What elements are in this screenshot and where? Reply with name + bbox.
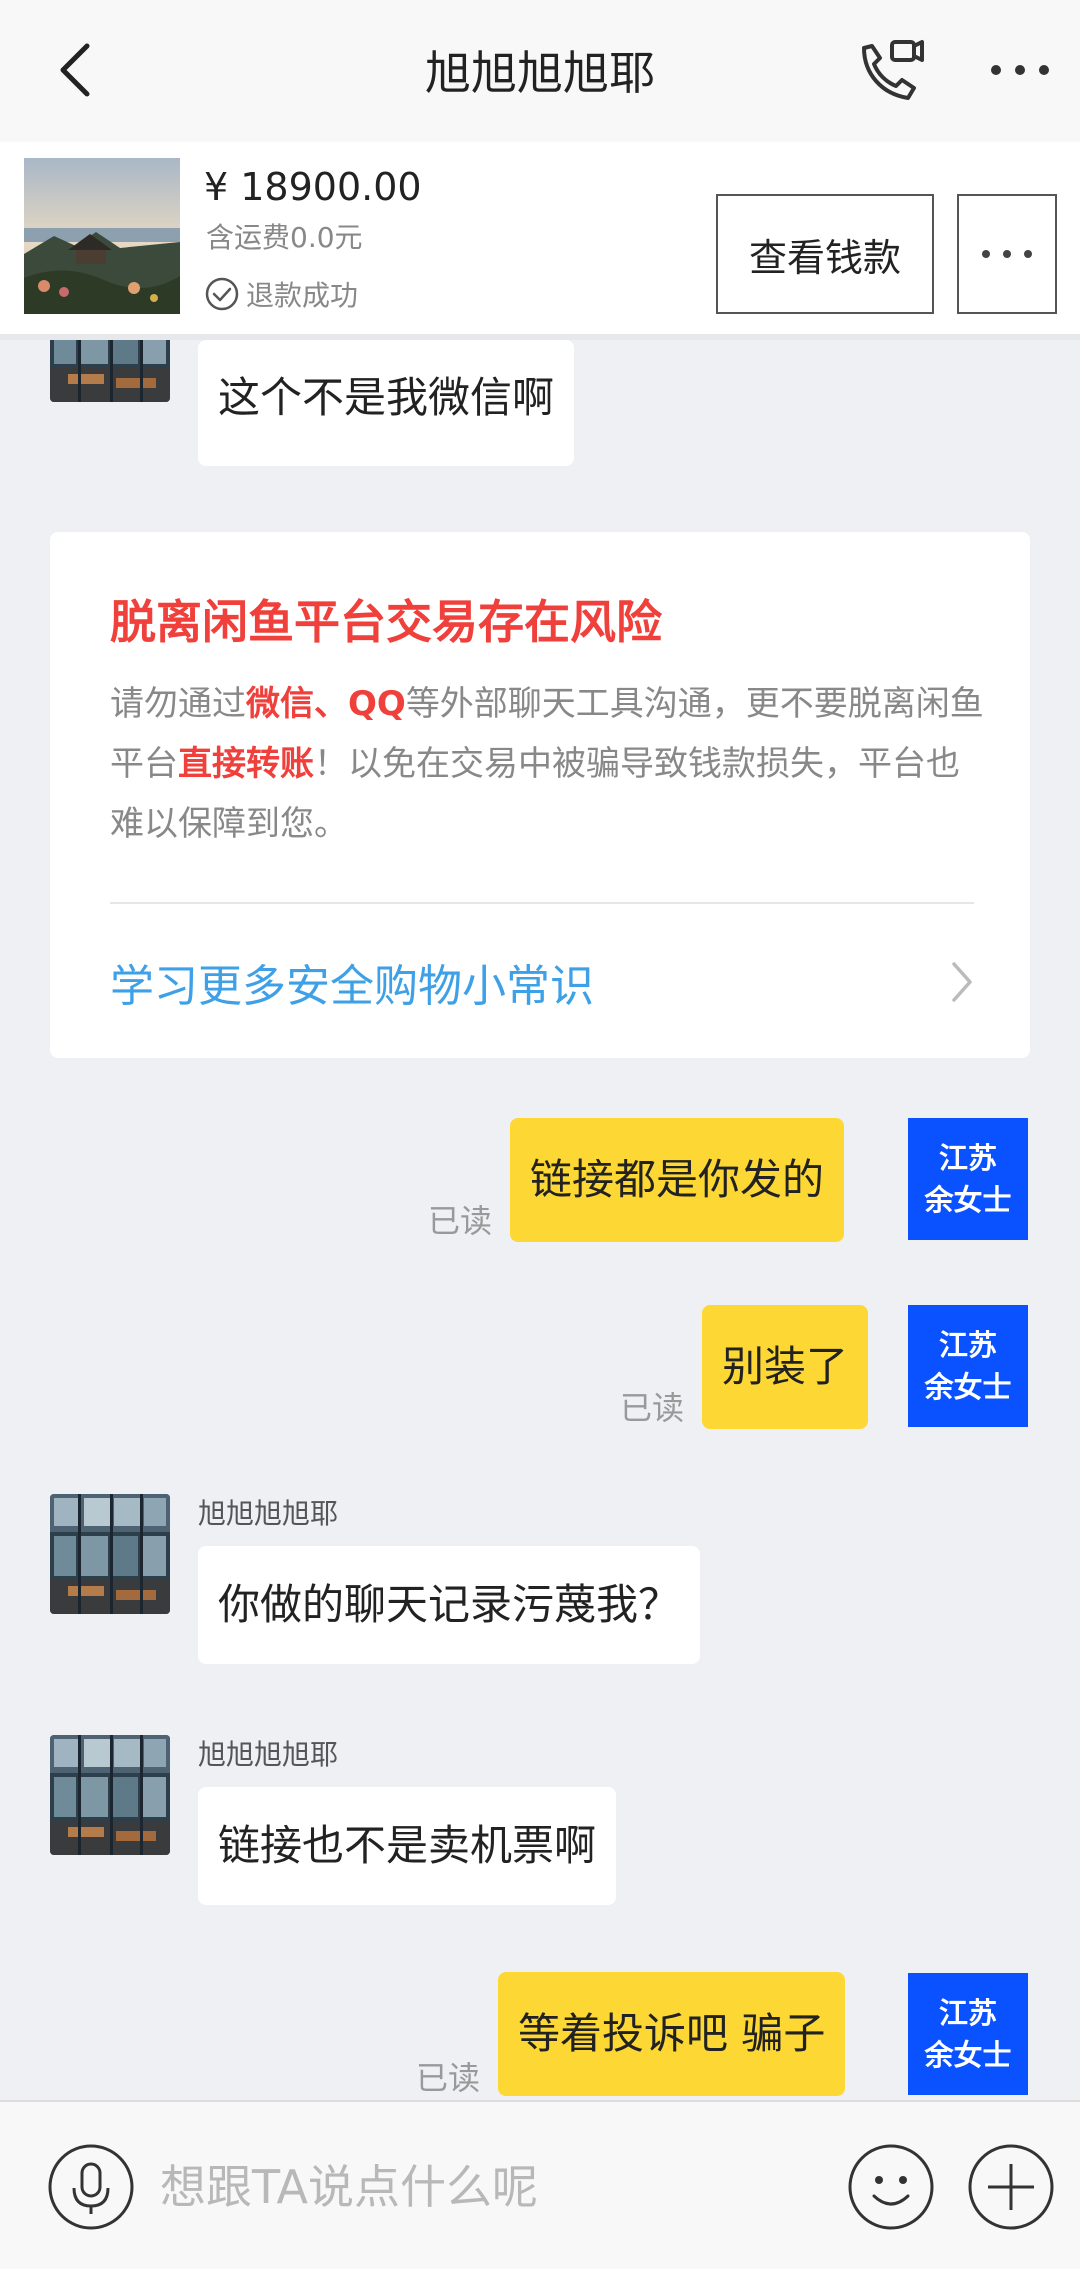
divider bbox=[110, 902, 974, 904]
refund-status: 退款成功 bbox=[204, 274, 358, 314]
read-receipt: 已读 bbox=[428, 1202, 493, 1240]
more-horizontal-icon bbox=[982, 250, 1032, 258]
message-input[interactable] bbox=[160, 2142, 820, 2232]
avatar-label-line: 余女士 bbox=[924, 1183, 1012, 1217]
more-button[interactable] bbox=[980, 30, 1060, 110]
avatar[interactable]: 江苏 余女士 bbox=[908, 1305, 1028, 1427]
avatar-label-line: 余女士 bbox=[924, 1370, 1012, 1404]
chat-message-list[interactable]: 这个不是我微信啊 脱离闲鱼平台交易存在风险 请勿通过微信、QQ等外部聊天工具沟通… bbox=[0, 340, 1080, 2100]
read-receipt: 已读 bbox=[416, 2059, 481, 2097]
microphone-icon bbox=[48, 2144, 134, 2230]
message-bubble[interactable]: 这个不是我微信啊 bbox=[198, 340, 575, 466]
read-receipt: 已读 bbox=[620, 1389, 685, 1427]
safety-tips-link-label: 学习更多安全购物小常识 bbox=[110, 961, 594, 1012]
refund-status-label: 退款成功 bbox=[246, 279, 359, 312]
page-title: 旭旭旭旭耶 bbox=[425, 46, 655, 100]
message-bubble[interactable]: 链接也不是卖机票啊 bbox=[198, 1787, 617, 1905]
shipping-fee: 含运费0.0元 bbox=[206, 221, 363, 254]
safety-notice-body: 请勿通过微信、QQ等外部聊天工具沟通，更不要脱离闲鱼平台直接转账！以免在交易中被… bbox=[110, 674, 990, 854]
avatar-label-line: 江苏 bbox=[938, 1141, 997, 1175]
message-bubble[interactable]: 别装了 bbox=[702, 1305, 869, 1429]
avatar-label-line: 江苏 bbox=[938, 1996, 997, 2030]
product-more-button[interactable] bbox=[957, 194, 1057, 314]
safety-notice-card: 脱离闲鱼平台交易存在风险 请勿通过微信、QQ等外部聊天工具沟通，更不要脱离闲鱼平… bbox=[50, 532, 1030, 1058]
product-price: ¥ 18900.00 bbox=[204, 165, 422, 209]
product-thumbnail[interactable] bbox=[24, 158, 180, 314]
notice-highlight: 微信、QQ bbox=[246, 684, 406, 724]
voice-button[interactable] bbox=[46, 2142, 136, 2232]
notice-highlight: 直接转账 bbox=[178, 744, 314, 784]
notice-text: 请勿通过 bbox=[110, 684, 246, 724]
sender-name: 旭旭旭旭耶 bbox=[198, 1497, 339, 1530]
product-bar: ¥ 18900.00 含运费0.0元 退款成功 查看钱款 bbox=[0, 142, 1080, 340]
avatar[interactable]: 江苏 余女士 bbox=[908, 1118, 1028, 1240]
avatar[interactable] bbox=[50, 1494, 170, 1614]
more-horizontal-icon bbox=[991, 65, 1049, 75]
safety-notice-title: 脱离闲鱼平台交易存在风险 bbox=[110, 595, 662, 649]
message-bubble[interactable]: 你做的聊天记录污蔑我？ bbox=[198, 1546, 701, 1664]
check-circle-icon bbox=[205, 277, 239, 311]
avatar[interactable]: 江苏 余女士 bbox=[908, 1973, 1028, 2095]
avatar-label-line: 余女士 bbox=[924, 2038, 1012, 2072]
emoji-button[interactable] bbox=[846, 2142, 936, 2232]
plus-button[interactable] bbox=[966, 2142, 1056, 2232]
chevron-right-icon bbox=[952, 962, 972, 1002]
back-button[interactable] bbox=[40, 30, 110, 110]
top-nav-bar: 旭旭旭旭耶 bbox=[0, 0, 1080, 142]
view-money-button[interactable]: 查看钱款 bbox=[716, 194, 934, 314]
message-input-bar bbox=[0, 2100, 1080, 2269]
phone-video-icon bbox=[862, 40, 924, 100]
sender-name: 旭旭旭旭耶 bbox=[198, 1738, 339, 1771]
smiley-icon bbox=[848, 2144, 934, 2230]
plus-circle-icon bbox=[968, 2144, 1054, 2230]
chevron-left-icon bbox=[60, 43, 90, 97]
safety-tips-link[interactable]: 学习更多安全购物小常识 bbox=[110, 932, 974, 1032]
message-bubble[interactable]: 等着投诉吧 骗子 bbox=[498, 1972, 846, 2096]
call-button[interactable] bbox=[850, 30, 930, 110]
message-bubble[interactable]: 链接都是你发的 bbox=[510, 1118, 845, 1242]
avatar[interactable] bbox=[50, 340, 170, 402]
avatar-label-line: 江苏 bbox=[938, 1328, 997, 1362]
avatar[interactable] bbox=[50, 1735, 170, 1855]
